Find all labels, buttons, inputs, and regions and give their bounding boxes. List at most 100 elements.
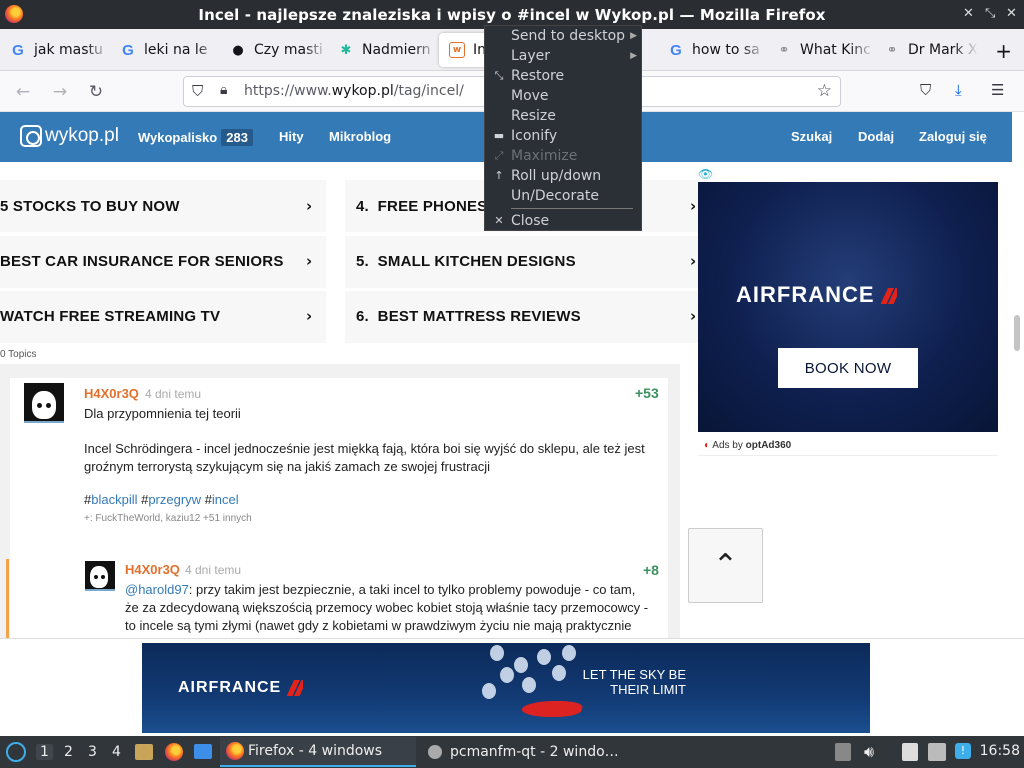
- task-firefox[interactable]: Firefox - 4 windows: [220, 737, 416, 767]
- nav-dodaj[interactable]: Dodaj: [858, 129, 894, 144]
- tray-upload-icon[interactable]: [835, 743, 851, 761]
- menu-move[interactable]: Move: [485, 86, 643, 106]
- desktop-3[interactable]: 3: [88, 744, 97, 760]
- promo-label[interactable]: 5 STOCKS TO BUY NOW: [0, 198, 180, 215]
- tab[interactable]: ● Czy masti: [220, 33, 328, 67]
- close-icon[interactable]: ✕: [1006, 6, 1017, 21]
- downloads-icon[interactable]: ⤓: [955, 81, 962, 99]
- side-ad[interactable]: AIRFRANCE BOOK NOW: [698, 182, 998, 432]
- submenu-arrow-icon: ▶: [630, 51, 637, 61]
- reply-text: że za zdecydowaną większością przemocy w…: [125, 600, 649, 615]
- topics-count: 0 Topics: [0, 349, 37, 360]
- tag-link[interactable]: przegryw: [148, 492, 201, 507]
- ads-by-label[interactable]: ◐ Ads by optAd360: [698, 436, 998, 456]
- promo-label[interactable]: 6. BEST MATTRESS REVIEWS: [356, 308, 581, 325]
- menu-layer[interactable]: Layer ▶: [485, 46, 643, 66]
- menu-icon[interactable]: ☰: [991, 81, 1004, 99]
- task-pcmanfm[interactable]: pcmanfm-qt - 2 windo…: [422, 737, 622, 767]
- tag-link[interactable]: blackpill: [91, 492, 137, 507]
- new-tab-button[interactable]: +: [995, 39, 1012, 63]
- bookmark-star-icon[interactable]: ☆: [817, 81, 832, 101]
- nav-hity[interactable]: Hity: [279, 129, 304, 144]
- bottom-ad-container: AIRFRANCE LET THE SKY BE THEIR LIMIT: [0, 638, 1024, 736]
- url-text[interactable]: https://www.wykop.pl/tag/incel/: [244, 83, 464, 99]
- adchoices-icon[interactable]: 👁︎: [698, 167, 713, 181]
- avatar[interactable]: [85, 561, 115, 591]
- promo-label[interactable]: BEST CAR INSURANCE FOR SENIORS: [0, 253, 284, 270]
- nav-szukaj[interactable]: Szukaj: [791, 129, 832, 144]
- firefox-launcher-icon[interactable]: [165, 743, 183, 761]
- volume-icon[interactable]: 🔊︎: [864, 742, 874, 762]
- nav-wykopalisko[interactable]: Wykopalisko 283: [138, 129, 253, 146]
- tab[interactable]: G leki na le: [110, 33, 220, 67]
- reply-author[interactable]: H4X0r3Q: [125, 562, 180, 577]
- desktop-4[interactable]: 4: [112, 744, 121, 760]
- forward-icon[interactable]: →: [47, 79, 73, 105]
- file-manager-icon[interactable]: [135, 744, 153, 760]
- post-author[interactable]: H4X0r3Q: [84, 386, 139, 401]
- clipboard-icon[interactable]: [902, 743, 918, 761]
- menu-roll-up-down[interactable]: ↑ Roll up/down: [485, 166, 643, 186]
- minimize-icon[interactable]: ✕: [963, 6, 974, 21]
- tag-link[interactable]: incel: [212, 492, 239, 507]
- lock-icon[interactable]: 🔒︎: [220, 82, 227, 98]
- pocket-icon[interactable]: ⛉: [920, 81, 931, 99]
- page-scrollbar[interactable]: [1014, 315, 1020, 351]
- window-context-menu: Send to desktop ▶ Layer ▶ ⤡ Restore Move Re…: [484, 25, 642, 231]
- tab[interactable]: ⚭ Dr Mark X: [874, 33, 978, 67]
- maximize-icon: ⤢: [494, 149, 504, 162]
- chevron-right-icon: ›: [690, 307, 697, 325]
- plus-list: +: FuckTheWorld, kaziu12 +51 innych: [84, 513, 252, 524]
- nav-mikroblog[interactable]: Mikroblog: [329, 129, 391, 144]
- mention-link[interactable]: @harold97: [125, 582, 189, 597]
- desktop-show-icon[interactable]: [194, 744, 212, 759]
- reload-icon[interactable]: ↻: [83, 79, 109, 105]
- nav-zaloguj[interactable]: Zaloguj się: [919, 129, 987, 144]
- tab[interactable]: ⚭ What Kinc: [766, 33, 874, 67]
- menu-resize[interactable]: Resize: [485, 106, 643, 126]
- post-tags: #blackpill #przegryw #incel: [84, 492, 239, 507]
- ad-slogan: LET THE SKY BE THEIR LIMIT: [582, 667, 686, 697]
- link-icon: ⚭: [886, 42, 898, 58]
- vote-count[interactable]: +8: [643, 562, 659, 578]
- tab[interactable]: ✱ Nadmiern: [328, 33, 438, 67]
- reply-indicator: [6, 559, 9, 638]
- menu-restore[interactable]: ⤡ Restore: [485, 66, 643, 86]
- shield-icon[interactable]: ⛉: [192, 82, 203, 100]
- menu-send-to-desktop[interactable]: Send to desktop ▶: [485, 26, 643, 46]
- desktop-1[interactable]: 1: [36, 744, 53, 760]
- wykop-logo[interactable]: wykop.pl: [20, 125, 119, 147]
- menu-undecorate[interactable]: Un/Decorate: [485, 186, 643, 206]
- promo-label[interactable]: 5. SMALL KITCHEN DESIGNS: [356, 253, 576, 270]
- tab[interactable]: G how to sa: [658, 33, 766, 67]
- iconify-icon: ▬: [493, 129, 505, 142]
- post-text: groźnym terrorystą szykującym się na jak…: [84, 459, 491, 474]
- avatar[interactable]: [24, 383, 64, 423]
- arrow-up-icon: ↑: [494, 169, 504, 182]
- firefox-logo-icon: [5, 5, 23, 23]
- promo-label[interactable]: 4. FREE PHONES F: [356, 198, 501, 215]
- back-icon[interactable]: ←: [10, 79, 36, 105]
- paw-icon: ●: [232, 42, 244, 58]
- book-now-button[interactable]: BOOK NOW: [778, 348, 918, 388]
- restore-icon[interactable]: ⤡: [985, 6, 995, 21]
- gear-icon: [428, 745, 442, 759]
- display-icon[interactable]: [928, 743, 946, 761]
- tab-active[interactable]: w Inc: [439, 33, 489, 67]
- tab[interactable]: G jak mastu: [0, 33, 110, 67]
- bottom-ad[interactable]: AIRFRANCE LET THE SKY BE THEIR LIMIT: [142, 643, 870, 733]
- link-icon: ⚭: [778, 42, 790, 58]
- desktop-2[interactable]: 2: [64, 744, 73, 760]
- google-icon: G: [122, 41, 134, 59]
- clock[interactable]: 16:58: [980, 743, 1020, 759]
- menu-iconify[interactable]: ▬ Iconify: [485, 126, 643, 146]
- menu-close[interactable]: ✕ Close: [485, 211, 643, 231]
- promo-label[interactable]: WATCH FREE STREAMING TV: [0, 308, 220, 325]
- update-icon[interactable]: !: [955, 743, 971, 759]
- wykop-icon: w: [449, 42, 465, 58]
- post-date[interactable]: 4 dni temu: [145, 387, 201, 401]
- reply-date[interactable]: 4 dni temu: [185, 563, 241, 577]
- vote-count[interactable]: +53: [635, 385, 659, 401]
- scroll-to-top-button[interactable]: ⌃: [688, 528, 763, 603]
- app-menu-icon[interactable]: [6, 742, 26, 762]
